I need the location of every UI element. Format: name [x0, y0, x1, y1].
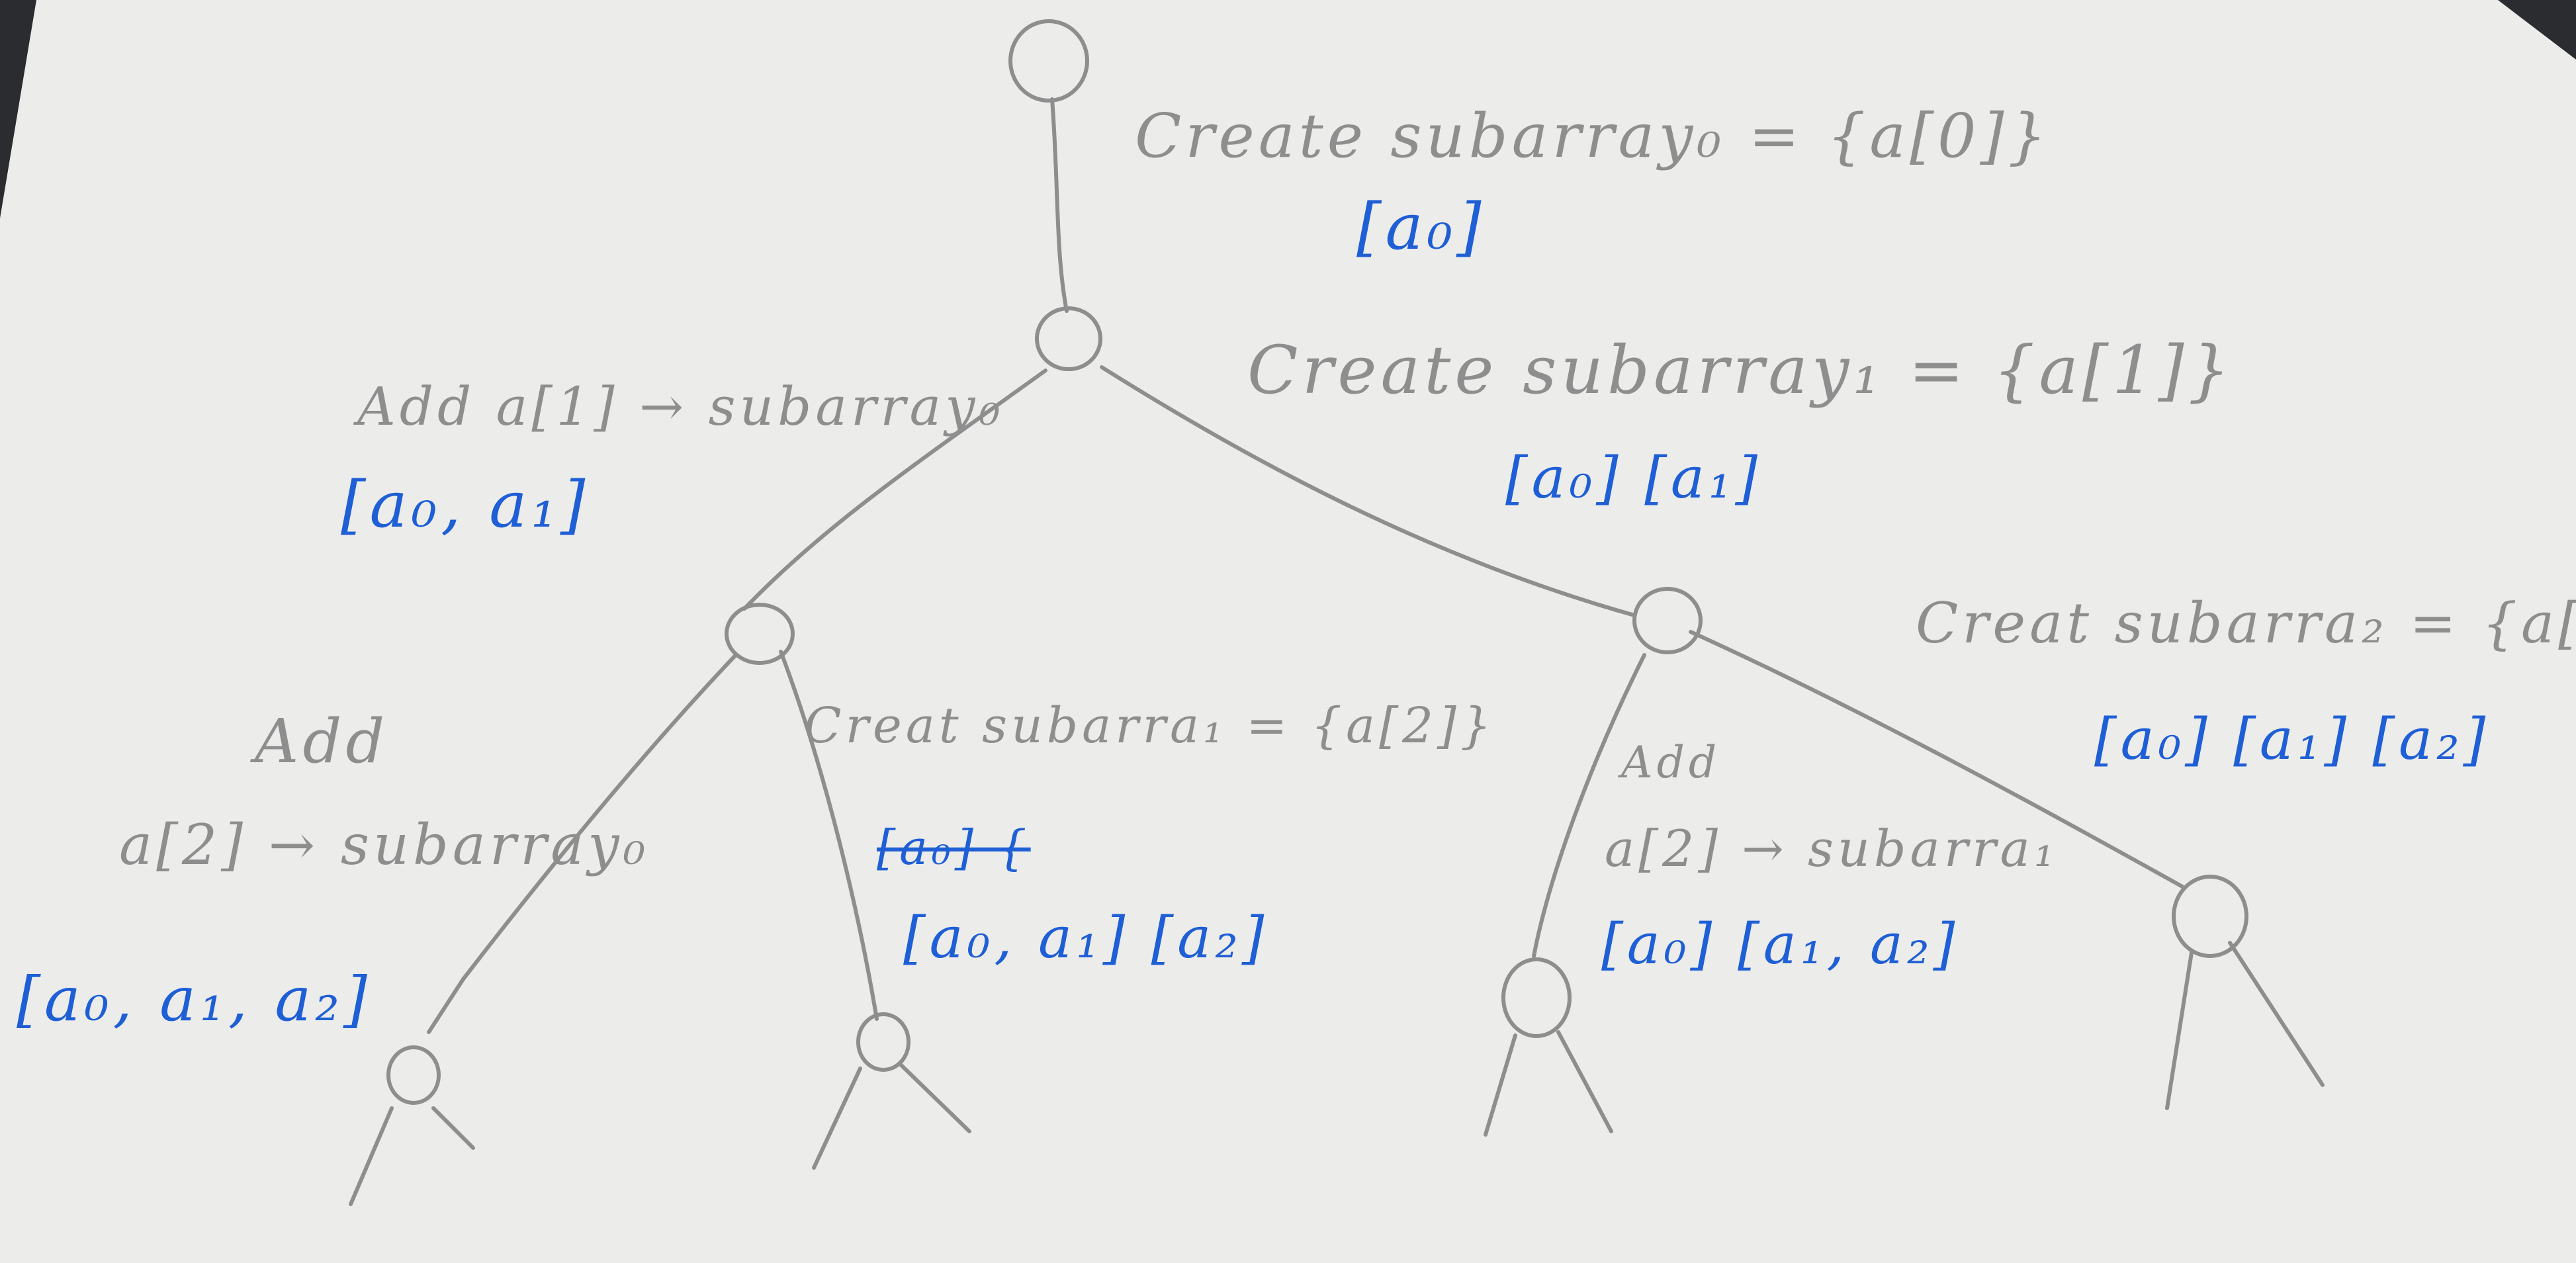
note-rl-add-line2: a[2] → subarra₁ [1605, 819, 2059, 878]
note-l1-state-right: [a₀] [a₁] [1505, 445, 1762, 511]
note-l1-create: Create subarray₁ = {a[1]} [1247, 331, 2235, 409]
note-lr-create: Creat subarra₁ = {a[2]} [804, 697, 1495, 754]
note-root-state: [a₀] [1356, 190, 1486, 264]
note-lr-state: [a₀, a₁] [a₂] [903, 905, 1268, 971]
note-ll-add-line1: Add [255, 706, 389, 777]
note-rr-create: Creat subarra₂ = {a[2]} [1916, 591, 2576, 656]
note-rr-state: [a₀] [a₁] [a₂] [2094, 707, 2490, 773]
note-lr-crossed: [a₀] { [877, 820, 1031, 875]
note-root-create: Create subarray₀ = {a[0]} [1135, 101, 2051, 171]
note-ll-add-line2: a[2] → subarray₀ [119, 812, 650, 877]
note-l1-state-left: [a₀, a₁] [341, 468, 590, 542]
note-ll-state: [a₀, a₁, a₂] [17, 964, 371, 1035]
photo-stage: Create subarray₀ = {a[0]} [a₀] Create su… [0, 0, 2576, 1263]
note-rl-state: [a₀] [a₁, a₂] [1601, 912, 1959, 977]
note-rl-add-line1: Add [1621, 737, 1721, 788]
note-l1-add: Add a[1] → subarray₀ [357, 376, 1004, 437]
